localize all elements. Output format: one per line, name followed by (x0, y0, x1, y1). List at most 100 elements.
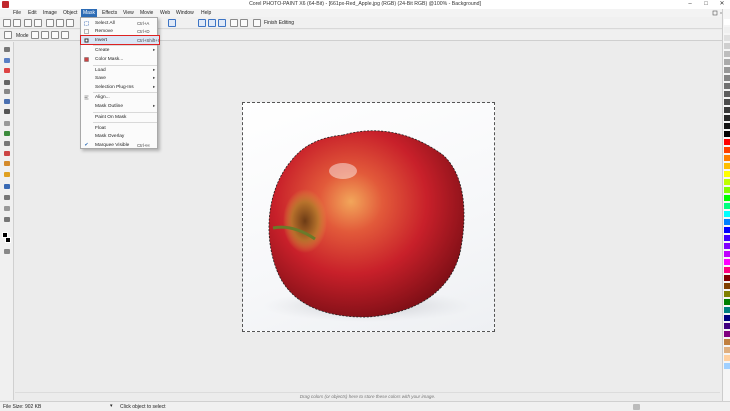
touch-up-brush-icon[interactable] (3, 140, 11, 147)
shape-tool-icon[interactable] (3, 183, 11, 190)
fill-tool-icon[interactable] (3, 171, 11, 178)
clone-tool-icon[interactable] (3, 130, 11, 137)
palette-swatch[interactable] (724, 107, 730, 113)
minimize-button[interactable]: – (682, 0, 698, 9)
menu-item-align[interactable]: Align... (81, 93, 159, 101)
palette-swatch[interactable] (724, 163, 730, 169)
menu-item-selection-plugins[interactable]: Selection Plug-Ins ▸ (81, 83, 159, 91)
palette-swatch[interactable] (724, 155, 730, 161)
background-color-swatch[interactable] (5, 237, 11, 243)
object-picker-icon[interactable] (230, 19, 238, 27)
menu-item-select-all[interactable]: Select All Ctrl+A (81, 19, 159, 27)
close-button[interactable]: ✕ (714, 0, 730, 9)
menu-object[interactable]: Object (61, 9, 79, 17)
menu-item-marquee-visible[interactable]: ✔ Marquee Visible Ctrl+H (81, 141, 159, 149)
palette-swatch[interactable] (724, 363, 730, 369)
palette-swatch[interactable] (724, 283, 730, 289)
color-palette[interactable] (722, 9, 730, 401)
menu-view[interactable]: View (121, 9, 136, 17)
menu-window[interactable]: Window (174, 9, 196, 17)
palette-swatch[interactable] (724, 291, 730, 297)
palette-swatch[interactable] (724, 299, 730, 305)
mask-transform-tool-icon[interactable] (3, 57, 11, 64)
menu-image[interactable]: Image (41, 9, 59, 17)
palette-swatch[interactable] (724, 227, 730, 233)
print-icon[interactable] (34, 19, 42, 27)
palette-swatch[interactable] (724, 91, 730, 97)
dropdown-icon[interactable] (240, 19, 248, 27)
menu-help[interactable]: Help (199, 9, 213, 17)
zoom-tool-icon[interactable] (3, 88, 11, 95)
menu-file[interactable]: File (11, 9, 23, 17)
document-palette-bar[interactable]: Drag colors (or objects) here to store t… (15, 392, 720, 400)
palette-swatch[interactable] (724, 275, 730, 281)
mode-add-icon[interactable] (41, 31, 49, 39)
interactive-tool-icon[interactable] (3, 216, 11, 223)
palette-swatch[interactable] (724, 347, 730, 353)
palette-swatch[interactable] (724, 179, 730, 185)
open-icon[interactable] (13, 19, 21, 27)
copy-icon[interactable] (56, 19, 64, 27)
save-icon[interactable] (24, 19, 32, 27)
palette-swatch[interactable] (724, 331, 730, 337)
menu-mask[interactable]: Mask (81, 9, 97, 17)
swap-colors-icon[interactable] (3, 248, 11, 255)
effect-tool-icon[interactable] (3, 160, 11, 167)
mode-xor-icon[interactable] (61, 31, 69, 39)
menu-item-float[interactable]: Float (81, 124, 159, 132)
image-document[interactable] (242, 102, 495, 332)
paste-icon[interactable] (66, 19, 74, 27)
menu-effects[interactable]: Effects (100, 9, 119, 17)
status-dropdown-arrow[interactable]: ▾ (110, 403, 113, 409)
eyedropper-tool-icon[interactable] (3, 98, 11, 105)
palette-swatch[interactable] (724, 35, 730, 41)
menu-item-color-mask[interactable]: Color Mask... (81, 55, 159, 63)
mask-mode-additive-icon[interactable] (208, 19, 216, 27)
palette-swatch[interactable] (724, 243, 730, 249)
palette-swatch[interactable] (724, 19, 730, 25)
palette-swatch[interactable] (724, 123, 730, 129)
menu-item-save[interactable]: Save ▸ (81, 74, 159, 82)
rectangle-mask-tool-icon[interactable] (3, 67, 11, 74)
pan-tool-icon[interactable] (3, 205, 11, 212)
palette-swatch[interactable] (724, 187, 730, 193)
palette-swatch[interactable] (724, 235, 730, 241)
new-icon[interactable] (3, 19, 11, 27)
menu-item-load[interactable]: Load ▸ (81, 66, 159, 74)
palette-swatch[interactable] (724, 171, 730, 177)
red-eye-tool-icon[interactable] (3, 120, 11, 127)
finish-editing-button[interactable]: Finish Editing (264, 20, 294, 26)
palette-swatch[interactable] (724, 211, 730, 217)
palette-swatch[interactable] (724, 267, 730, 273)
paint-tool-icon[interactable] (3, 150, 11, 157)
palette-swatch[interactable] (724, 139, 730, 145)
zoom-icon[interactable] (168, 19, 176, 27)
palette-swatch[interactable] (724, 203, 730, 209)
mask-mode-subtractive-icon[interactable] (218, 19, 226, 27)
palette-swatch[interactable] (724, 339, 730, 345)
palette-swatch[interactable] (724, 307, 730, 313)
menu-item-mask-overlay[interactable]: Mask Overlay (81, 132, 159, 140)
palette-swatch[interactable] (724, 67, 730, 73)
palette-swatch[interactable] (724, 75, 730, 81)
mask-mode-normal-icon[interactable] (198, 19, 206, 27)
pick-tool-icon[interactable] (3, 46, 11, 53)
crop-tool-icon[interactable] (3, 79, 11, 86)
menu-edit[interactable]: Edit (26, 9, 39, 17)
palette-swatch[interactable] (724, 43, 730, 49)
palette-swatch[interactable] (724, 219, 730, 225)
palette-swatch[interactable] (724, 99, 730, 105)
mode-subtract-icon[interactable] (51, 31, 59, 39)
menu-item-invert[interactable]: Invert Ctrl+Shift+I (80, 35, 160, 45)
text-tool-icon[interactable] (3, 194, 11, 201)
color-management-icon[interactable] (633, 404, 640, 410)
palette-swatch[interactable] (724, 131, 730, 137)
palette-swatch[interactable] (724, 59, 730, 65)
palette-swatch[interactable] (724, 51, 730, 57)
menu-item-mask-outline[interactable]: Mask Outline ▸ (81, 102, 159, 110)
cut-icon[interactable] (46, 19, 54, 27)
palette-swatch[interactable] (724, 27, 730, 33)
menu-item-create[interactable]: Create ▸ (81, 46, 159, 54)
menu-item-paint-on-mask[interactable]: Paint On Mask (81, 113, 159, 121)
palette-swatch[interactable] (724, 323, 730, 329)
